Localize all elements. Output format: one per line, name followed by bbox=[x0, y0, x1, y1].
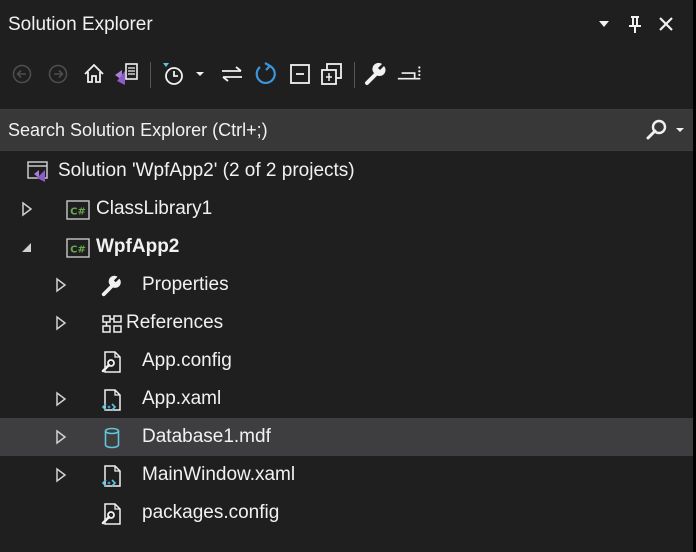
tree-item-label: Properties bbox=[142, 274, 229, 295]
search-box[interactable]: Search Solution Explorer (Ctrl+;) bbox=[0, 109, 693, 151]
tree-item-references[interactable]: References bbox=[0, 304, 693, 342]
switch-views-icon bbox=[115, 63, 138, 85]
show-all-files-icon bbox=[321, 63, 342, 85]
toolbar-separator bbox=[354, 62, 355, 88]
expand-arrow-icon[interactable] bbox=[54, 467, 68, 483]
toolbar bbox=[0, 52, 693, 98]
xaml-file-icon bbox=[101, 465, 121, 487]
close-icon bbox=[659, 17, 673, 31]
csharp-project-icon: C# bbox=[66, 238, 90, 258]
close-button[interactable] bbox=[653, 10, 679, 38]
tree-item-label: Solution 'WpfApp2' (2 of 2 projects) bbox=[58, 160, 355, 181]
clock-filter-icon bbox=[163, 63, 183, 85]
tree-item-mainwindow-xaml[interactable]: MainWindow.xaml bbox=[0, 456, 693, 494]
wrench-icon bbox=[365, 62, 386, 85]
config-file-icon bbox=[101, 503, 121, 525]
collapse-all-icon bbox=[290, 64, 310, 84]
solution-explorer-panel: Solution Explorer Search Solution Explor… bbox=[0, 0, 693, 552]
forward-arrow-icon bbox=[48, 64, 68, 84]
tree-item-app-config[interactable]: App.config bbox=[0, 342, 693, 380]
svg-text:C#: C# bbox=[70, 207, 86, 218]
toolbar-separator bbox=[150, 62, 151, 88]
tree-item-label: App.xaml bbox=[142, 388, 222, 409]
solution-icon bbox=[27, 161, 48, 182]
preview-selected-items-button[interactable] bbox=[396, 59, 424, 89]
csharp-project-icon: C# bbox=[66, 200, 90, 220]
forward-button[interactable] bbox=[44, 59, 72, 89]
tree-item-label: References bbox=[126, 312, 224, 333]
tree-item-classlibrary1[interactable]: C# ClassLibrary1 bbox=[0, 190, 693, 228]
collapse-arrow-icon[interactable] bbox=[20, 239, 34, 255]
config-file-icon bbox=[101, 351, 121, 373]
show-all-files-button[interactable] bbox=[318, 59, 346, 89]
expand-arrow-icon[interactable] bbox=[54, 315, 68, 331]
pending-changes-filter-button[interactable] bbox=[160, 59, 188, 89]
chevron-down-icon bbox=[196, 72, 204, 76]
tree-item-packages-config[interactable]: packages.config bbox=[0, 494, 693, 532]
database-icon bbox=[104, 427, 120, 449]
tree-item-label: App.config bbox=[142, 350, 232, 371]
pin-icon bbox=[629, 16, 641, 33]
refresh-button[interactable] bbox=[252, 59, 280, 89]
xaml-file-icon bbox=[101, 389, 121, 411]
search-options-chevron-icon[interactable] bbox=[675, 126, 685, 134]
home-button[interactable] bbox=[80, 59, 108, 89]
search-icon[interactable] bbox=[645, 118, 669, 142]
title-bar: Solution Explorer bbox=[0, 0, 693, 50]
tree-item-label: WpfApp2 bbox=[96, 236, 180, 257]
back-arrow-icon bbox=[12, 64, 32, 84]
expand-arrow-icon[interactable] bbox=[54, 391, 68, 407]
refresh-icon bbox=[255, 62, 276, 85]
sync-active-document-button[interactable] bbox=[218, 59, 246, 89]
tree-item-wpfapp2[interactable]: C# WpfApp2 bbox=[0, 228, 693, 266]
tree-item-app-xaml[interactable]: App.xaml bbox=[0, 380, 693, 418]
panel-title: Solution Explorer bbox=[8, 14, 153, 35]
window-position-button[interactable] bbox=[591, 10, 617, 38]
chevron-down-icon bbox=[599, 21, 609, 27]
preview-icon bbox=[397, 66, 421, 80]
search-input[interactable]: Search Solution Explorer (Ctrl+;) bbox=[8, 120, 268, 141]
tree-item-label: packages.config bbox=[142, 502, 280, 523]
expand-arrow-icon[interactable] bbox=[54, 429, 68, 445]
home-icon bbox=[84, 63, 104, 83]
collapse-all-button[interactable] bbox=[286, 59, 314, 89]
sync-icon bbox=[222, 66, 242, 82]
auto-hide-pin-button[interactable] bbox=[622, 10, 648, 38]
wrench-icon bbox=[101, 275, 121, 297]
tree-item-label: Database1.mdf bbox=[142, 426, 271, 447]
tree-item-properties[interactable]: Properties bbox=[0, 266, 693, 304]
expand-arrow-icon[interactable] bbox=[20, 201, 34, 217]
expand-arrow-icon[interactable] bbox=[54, 277, 68, 293]
properties-button[interactable] bbox=[362, 59, 390, 89]
tree-item-solution[interactable]: Solution 'WpfApp2' (2 of 2 projects) bbox=[0, 152, 693, 190]
svg-text:C#: C# bbox=[70, 245, 86, 256]
references-icon bbox=[102, 315, 122, 333]
tree-item-label: MainWindow.xaml bbox=[142, 464, 296, 485]
tree-item-label: ClassLibrary1 bbox=[96, 198, 213, 219]
pending-changes-dropdown[interactable] bbox=[190, 59, 210, 89]
switch-views-button[interactable] bbox=[112, 59, 140, 89]
back-button[interactable] bbox=[8, 59, 36, 89]
tree-item-database1-mdf[interactable]: Database1.mdf bbox=[0, 418, 693, 456]
